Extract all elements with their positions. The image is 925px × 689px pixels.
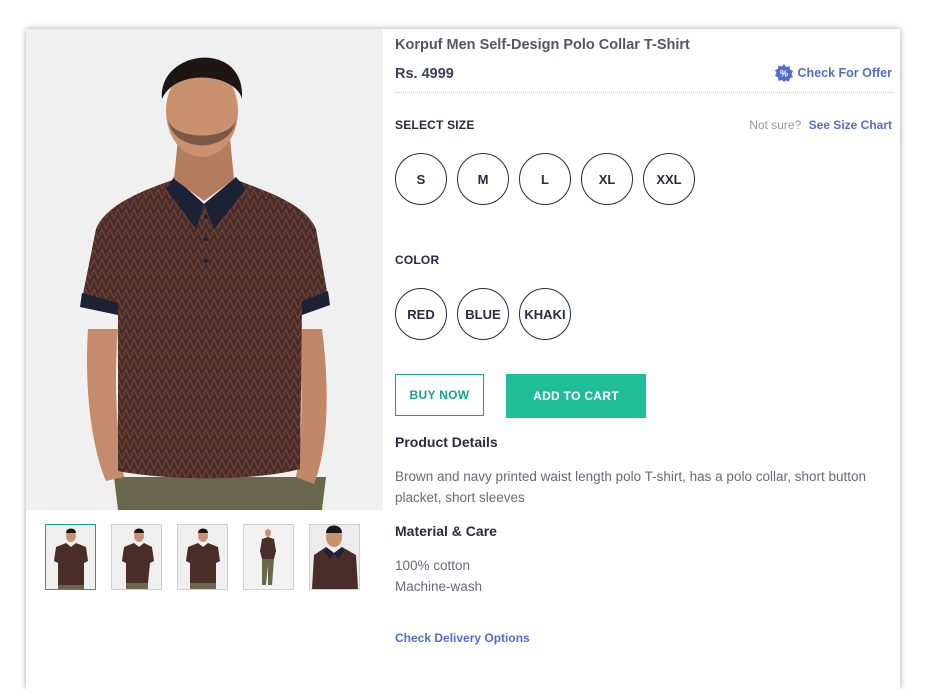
- divider: [395, 92, 892, 93]
- thumbnail-2[interactable]: [111, 524, 162, 590]
- product-price: Rs. 4999: [395, 66, 454, 82]
- product-title: Korpuf Men Self-Design Polo Collar T-Shi…: [395, 37, 690, 53]
- thumbnail-1[interactable]: [45, 524, 96, 590]
- add-to-cart-button[interactable]: ADD TO CART: [506, 374, 646, 418]
- size-chart-link[interactable]: See Size Chart: [809, 118, 892, 132]
- size-option-xl[interactable]: XL: [581, 153, 633, 205]
- buy-now-button[interactable]: BUY NOW: [395, 374, 484, 416]
- size-option-m[interactable]: M: [457, 153, 509, 205]
- color-option-khaki[interactable]: KHAKI: [519, 288, 571, 340]
- color-option-red[interactable]: RED: [395, 288, 447, 340]
- color-options: RED BLUE KHAKI: [395, 288, 571, 340]
- thumbnail-strip: [45, 524, 360, 590]
- check-offer-label: Check For Offer: [797, 66, 892, 80]
- color-option-blue[interactable]: BLUE: [457, 288, 509, 340]
- product-details-heading: Product Details: [395, 434, 498, 450]
- product-card: Korpuf Men Self-Design Polo Collar T-Shi…: [26, 29, 900, 689]
- size-option-s[interactable]: S: [395, 153, 447, 205]
- material-line-2: Machine-wash: [395, 579, 483, 594]
- size-options: S M L XL XXL: [395, 153, 695, 205]
- thumbnail-5[interactable]: [309, 524, 360, 590]
- discount-badge-icon: %: [774, 64, 793, 82]
- thumbnail-4[interactable]: [243, 524, 294, 590]
- check-delivery-link[interactable]: Check Delivery Options: [395, 631, 530, 645]
- size-help-text: Not sure?: [749, 118, 802, 132]
- main-product-image: [26, 29, 383, 510]
- size-option-xxl[interactable]: XXL: [643, 153, 695, 205]
- svg-text:%: %: [780, 68, 788, 78]
- select-size-label: SELECT SIZE: [395, 118, 475, 132]
- material-care-heading: Material & Care: [395, 523, 497, 539]
- thumbnail-3[interactable]: [177, 524, 228, 590]
- size-help: Not sure? See Size Chart: [749, 118, 892, 132]
- check-offer-link[interactable]: % Check For Offer: [774, 64, 892, 82]
- color-label: COLOR: [395, 253, 440, 267]
- size-option-l[interactable]: L: [519, 153, 571, 205]
- material-line-1: 100% cotton: [395, 558, 471, 573]
- product-details-text: Brown and navy printed waist length polo…: [395, 469, 867, 505]
